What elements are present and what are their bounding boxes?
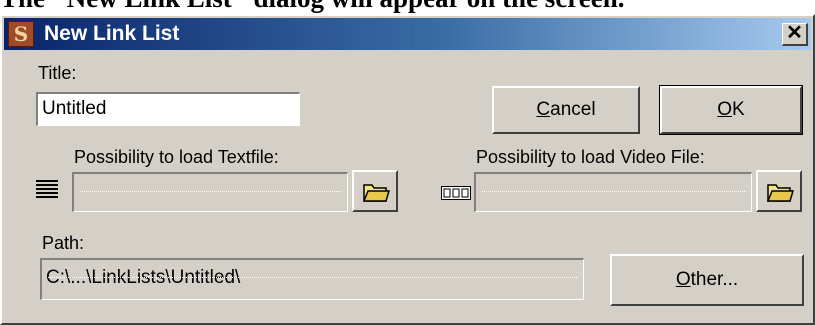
videofile-input[interactable]: [474, 172, 752, 212]
folder-open-icon: [766, 184, 794, 202]
textfile-browse-button[interactable]: [352, 170, 398, 212]
cancel-button[interactable]: Cancel: [492, 86, 640, 134]
ok-button-label: OK: [717, 99, 745, 120]
close-button[interactable]: ✕: [782, 23, 808, 46]
cancel-button-label: Cancel: [536, 99, 596, 120]
new-link-list-dialog: S New Link List ✕ Title: Untitled Cancel…: [0, 14, 815, 325]
text-lines-icon: [35, 179, 59, 206]
videofile-label: Possibility to load Video File:: [476, 147, 705, 167]
film-icon: [441, 186, 471, 205]
textfile-input[interactable]: [72, 172, 348, 212]
other-button-label: Other...: [675, 269, 739, 290]
title-bar[interactable]: S New Link List ✕: [4, 18, 811, 50]
app-icon: S: [8, 21, 34, 47]
folder-open-icon: [362, 184, 390, 202]
title-label: Title:: [38, 63, 77, 83]
videofile-browse-button[interactable]: [756, 170, 802, 212]
close-icon: ✕: [786, 22, 803, 44]
path-field: C:\...\LinkLists\Untitled\: [40, 258, 584, 300]
title-input[interactable]: Untitled: [36, 92, 300, 126]
other-button[interactable]: Other...: [610, 254, 804, 306]
dialog-title: New Link List: [44, 22, 180, 45]
ok-button[interactable]: OK: [659, 85, 803, 135]
caption-text: The "New Link List" dialog will appear o…: [0, 0, 815, 12]
path-label: Path:: [42, 233, 85, 253]
textfile-label: Possibility to load Textfile:: [74, 147, 279, 167]
